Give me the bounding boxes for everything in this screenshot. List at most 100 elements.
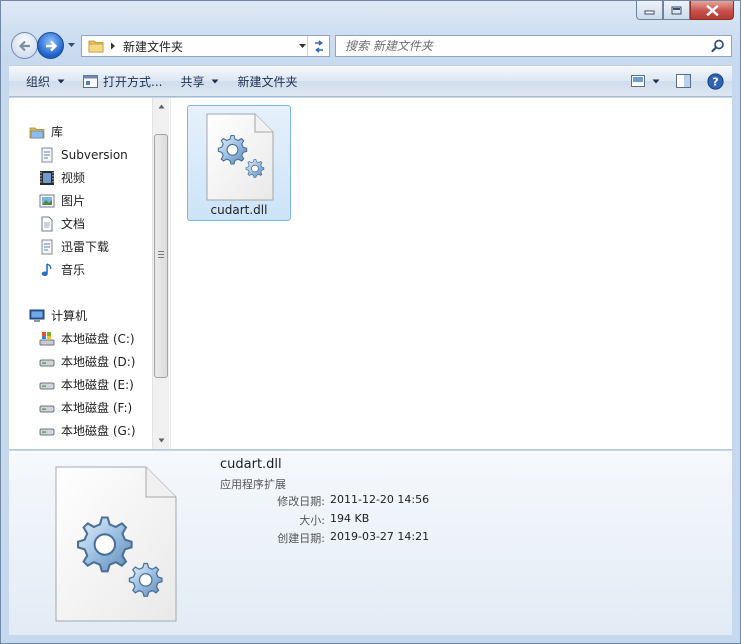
command-bar: 组织 打开方式... 共享 新建文件夹 ? (9, 65, 732, 97)
chevron-down-icon[interactable] (652, 79, 660, 84)
subversion-icon (39, 147, 55, 163)
library-icon (29, 124, 45, 140)
scroll-down-icon (158, 438, 164, 443)
back-arrow-icon (18, 40, 30, 51)
refresh-button[interactable] (307, 36, 329, 56)
content-area: 库 Subversion 视频 图片 文档 迅雷下载 音乐 计算机 本地磁盘 (… (9, 98, 732, 450)
new-folder-label: 新建文件夹 (237, 74, 298, 89)
drive-icon (39, 423, 55, 439)
maximize-button[interactable] (663, 1, 690, 20)
search-box[interactable] (335, 35, 732, 57)
navigation-tree: 库 Subversion 视频 图片 文档 迅雷下载 音乐 计算机 本地磁盘 (… (9, 120, 153, 442)
sidebar-item-xunlei-download[interactable]: 迅雷下载 (9, 235, 153, 258)
scrollbar-grip-icon (158, 251, 164, 258)
sidebar-item-label: 视频 (61, 171, 86, 185)
open-with-label: 打开方式... (103, 74, 163, 89)
svg-text:?: ? (712, 75, 718, 88)
sidebar-item-label: 本地磁盘 (E:) (61, 378, 134, 392)
chevron-down-icon (211, 79, 219, 83)
help-button[interactable]: ? (699, 72, 732, 90)
address-history-dropdown[interactable] (298, 43, 307, 49)
scroll-down-button[interactable] (153, 432, 169, 449)
sidebar-item-music[interactable]: 音乐 (9, 258, 153, 281)
sidebar-item-label: 文档 (61, 217, 86, 231)
created-label: 创建日期: (277, 532, 325, 545)
sidebar-item-pictures[interactable]: 图片 (9, 189, 153, 212)
close-icon (705, 4, 719, 16)
modified-value: 2011-12-20 14:56 (330, 493, 430, 506)
details-modified-row: 修改日期: 2011-12-20 14:56 (220, 493, 640, 509)
file-list[interactable]: cudart.dll (171, 98, 732, 449)
sidebar-item-label: 本地磁盘 (F:) (61, 401, 133, 415)
organize-menu[interactable]: 组织 (9, 66, 74, 96)
drive-icon (39, 377, 55, 393)
explorer-window: 新建文件夹 组织 (0, 0, 741, 644)
breadcrumb-current-folder[interactable]: 新建文件夹 (123, 38, 183, 55)
new-folder-button[interactable]: 新建文件夹 (228, 66, 306, 96)
modified-label: 修改日期: (277, 495, 325, 508)
address-bar[interactable]: 新建文件夹 (81, 35, 330, 57)
preview-pane-icon (676, 74, 691, 88)
sidebar-item-label: 本地磁盘 (G:) (61, 424, 136, 438)
details-file-type: 应用程序扩展 (220, 478, 286, 491)
file-item-cudart-dll[interactable]: cudart.dll (187, 105, 291, 221)
breadcrumb-arrow-icon[interactable] (110, 42, 116, 50)
change-view-button[interactable] (623, 75, 668, 87)
sidebar-item-library[interactable]: 库 (9, 120, 153, 143)
navigation-row: 新建文件夹 (9, 30, 732, 62)
recent-pages-dropdown[interactable] (67, 42, 76, 48)
scrollbar-thumb[interactable] (154, 134, 168, 378)
sidebar-item-drive-f[interactable]: 本地磁盘 (F:) (9, 396, 153, 419)
command-bar-right: ? (623, 72, 732, 90)
search-icon[interactable] (711, 39, 725, 53)
preview-pane-button[interactable] (668, 74, 699, 88)
sidebar-item-drive-d[interactable]: 本地磁盘 (D:) (9, 350, 153, 373)
folder-icon (88, 40, 104, 53)
close-button[interactable] (690, 1, 734, 20)
file-name[interactable]: cudart.dll (188, 203, 290, 217)
size-label: 大小: (299, 514, 325, 527)
sidebar-item-drive-e[interactable]: 本地磁盘 (E:) (9, 373, 153, 396)
sidebar-item-computer[interactable]: 计算机 (9, 304, 153, 327)
sidebar-item-documents[interactable]: 文档 (9, 212, 153, 235)
pictures-icon (39, 193, 55, 209)
drive-icon (39, 354, 55, 370)
details-file-name: cudart.dll (220, 457, 282, 472)
navigation-scrollbar[interactable] (152, 98, 169, 449)
minimize-button[interactable] (636, 1, 663, 20)
scroll-up-icon (158, 104, 164, 109)
sidebar-item-drive-c[interactable]: 本地磁盘 (C:) (9, 327, 153, 350)
open-with-button[interactable]: 打开方式... (74, 66, 171, 96)
search-input[interactable] (336, 37, 711, 55)
sidebar-item-label: 迅雷下载 (61, 240, 110, 254)
forward-button[interactable] (37, 32, 64, 59)
sidebar-item-label: 计算机 (51, 309, 88, 323)
forward-arrow-icon (45, 40, 57, 51)
help-icon: ? (707, 72, 724, 90)
sidebar-item-label: 图片 (61, 194, 86, 208)
maximize-icon (671, 6, 682, 14)
scroll-up-button[interactable] (153, 98, 169, 115)
minimize-icon (644, 10, 655, 14)
view-icon (631, 75, 645, 87)
sidebar-item-video[interactable]: 视频 (9, 166, 153, 189)
created-value: 2019-03-27 14:21 (330, 530, 430, 543)
computer-icon (29, 308, 45, 324)
video-icon (39, 170, 55, 186)
music-icon (39, 262, 55, 278)
sidebar-item-drive-g[interactable]: 本地磁盘 (G:) (9, 419, 153, 442)
sidebar-item-label: Subversion (61, 147, 128, 162)
back-button[interactable] (11, 32, 38, 59)
share-menu[interactable]: 共享 (171, 66, 228, 96)
sidebar-item-label: 本地磁盘 (D:) (61, 355, 136, 369)
sidebar-item-subversion[interactable]: Subversion (9, 143, 153, 166)
details-size-row: 大小: 194 KB (220, 512, 640, 528)
chevron-down-icon (57, 79, 65, 83)
refresh-icon (314, 39, 323, 53)
download-folder-icon (39, 239, 55, 255)
size-value: 194 KB (330, 512, 370, 525)
caption-buttons (636, 1, 734, 21)
sidebar-item-label: 音乐 (61, 263, 86, 277)
details-pane: cudart.dll 应用程序扩展 修改日期: 2011-12-20 14:56… (9, 451, 732, 635)
system-drive-icon (39, 331, 55, 347)
